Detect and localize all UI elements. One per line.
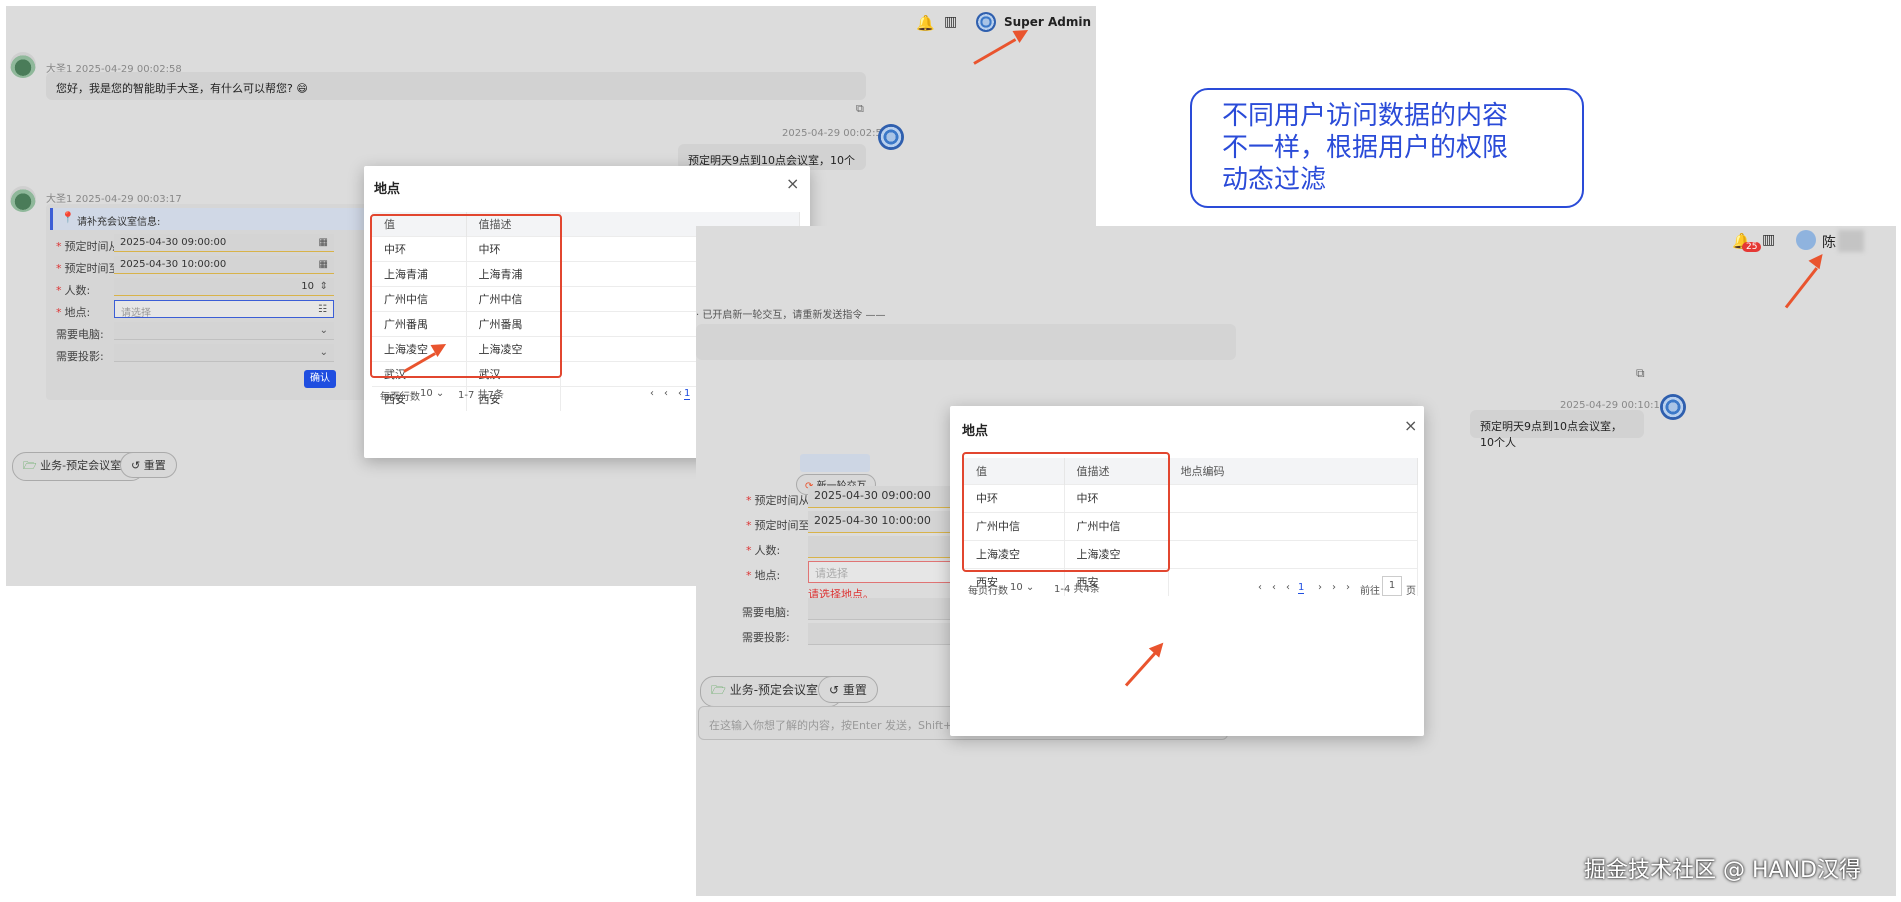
computer-label: 需要电脑: [56,328,104,341]
avatar[interactable] [1796,230,1816,250]
pagination[interactable]: ‹‹‹ [1258,582,1300,593]
calendar-icon: ▦ [318,259,328,270]
stepper-icon[interactable]: ⇕ [320,281,328,292]
reset-button[interactable]: ↺ 重置 [120,452,177,478]
user-meta: 2025-04-29 00:02:59 [782,128,889,139]
user-avatar [1660,394,1686,420]
end-label: * 预定时间至: [746,519,814,532]
page-size-select[interactable]: 10 ⌄ [420,388,444,399]
folder-icon: 🗁 [23,459,37,472]
modal-title: 地点 [962,424,989,439]
page-size-label: 每页行数 [380,392,420,403]
page-range: 1-7 共7条 [458,390,504,401]
goto-label: 前往 [1360,586,1380,597]
location-pin-icon: 📍 [61,211,75,224]
goto-input[interactable]: 1 [1382,576,1402,596]
notification-badge: 25 [1742,242,1762,252]
highlight-box [962,452,1170,572]
building-icon[interactable]: ▥ [1762,232,1775,248]
projector-select[interactable]: ⌄ [114,344,334,362]
projector-label: 需要投影: [56,350,104,363]
avatar[interactable] [976,12,996,32]
page-range: 1-4 共4条 [1054,584,1100,595]
highlight-box [370,214,562,378]
end-time-field[interactable]: 2025-04-30 10:00:00▦ [114,256,334,274]
user-name[interactable]: 陈 [1822,232,1836,252]
table-cell [1168,483,1418,512]
callout-line: 不一样，根据用户的权限 [1222,133,1509,163]
column-header: 地点编码 [1168,458,1418,484]
reset-icon: ↺ [829,683,840,697]
current-page[interactable]: 1 [1298,582,1305,594]
location-label: * 地点: [56,306,91,319]
location-modal: 地点 × 值 值描述 地点编码 中环 中环 广州中信 广州中信 上海凌空 上海凌空 西安 西安… [950,406,1424,736]
folder-icon: 🗁 [711,683,726,697]
form-header [800,454,870,472]
computer-label: 需要电脑: [742,606,790,619]
notice-text: · 已开启新一轮交互，请重新发送指令 —— [696,310,886,321]
right-screenshot: 🔔 25 ▥ 陈 · 已开启新一轮交互，请重新发送指令 —— ⧉ 2025-04… [696,226,1896,896]
copy-icon[interactable]: ⧉ [856,102,864,116]
calendar-icon: ▦ [318,237,328,248]
reset-icon: ↺ [131,459,141,472]
bot-message: 您好，我是您的智能助手大圣，有什么可以帮您? 😄 [46,72,866,100]
bot-avatar [10,52,36,78]
table-cell [1168,539,1418,568]
people-stepper[interactable]: 10⇕ [114,278,334,296]
confirm-button[interactable]: 确认 [304,370,336,388]
bot-message [696,324,1236,360]
current-page[interactable]: 1 [684,388,691,400]
callout-line: 不同用户访问数据的内容 [1222,101,1509,131]
close-icon[interactable]: × [1404,416,1417,435]
callout-line: 动态过滤 [1222,165,1327,195]
location-label: * 地点: [746,569,781,582]
start-label: * 预定时间从: [746,494,814,507]
watermark: 掘金技术社区 @ HAND汉得 [1584,858,1861,883]
computer-select[interactable]: ⌄ [114,322,334,340]
page-unit: 页 [1406,586,1416,597]
chevron-down-icon: ⌄ [319,347,328,358]
copy-icon[interactable]: ⧉ [1636,366,1645,381]
bot-avatar [10,186,36,212]
form-card: 📍 请补充会议室信息: * 预定时间从: 2025-04-30 09:00:00 ▦… [46,204,406,400]
callout-box: 不同用户访问数据的内容 不一样，根据用户的权限 动态过滤 [1190,88,1584,208]
table-cell [1168,511,1418,540]
modal-title: 地点 [374,182,401,197]
bot-meta: 大圣1 2025-04-29 00:03:17 [46,194,182,205]
pagination-next[interactable]: ››› [1318,582,1360,593]
page-size-select[interactable]: 10 ⌄ [1010,582,1034,593]
building-icon[interactable]: ▥ [944,14,957,30]
people-label: * 人数: [746,544,781,557]
user-message: 预定明天9点到10点会议室，10个人 [1470,410,1644,449]
blurred-name [1838,230,1864,252]
page-size-label: 每页行数 [968,586,1008,597]
form-header: 📍 请补充会议室信息: [50,208,402,230]
close-icon[interactable]: × [786,174,799,193]
bell-icon[interactable]: 🔔 [916,14,935,32]
start-time-field[interactable]: 2025-04-30 09:00:00▦ [114,234,334,252]
user-avatar [878,124,904,150]
location-field[interactable]: 请选择☷ [114,300,334,319]
projector-label: 需要投影: [742,631,790,644]
form-title: 请补充会议室信息: [77,217,161,228]
reset-button[interactable]: ↺ 重置 [818,676,878,703]
people-label: * 人数: [56,284,91,297]
list-select-icon[interactable]: ☷ [318,304,327,315]
chevron-down-icon: ⌄ [319,325,328,336]
